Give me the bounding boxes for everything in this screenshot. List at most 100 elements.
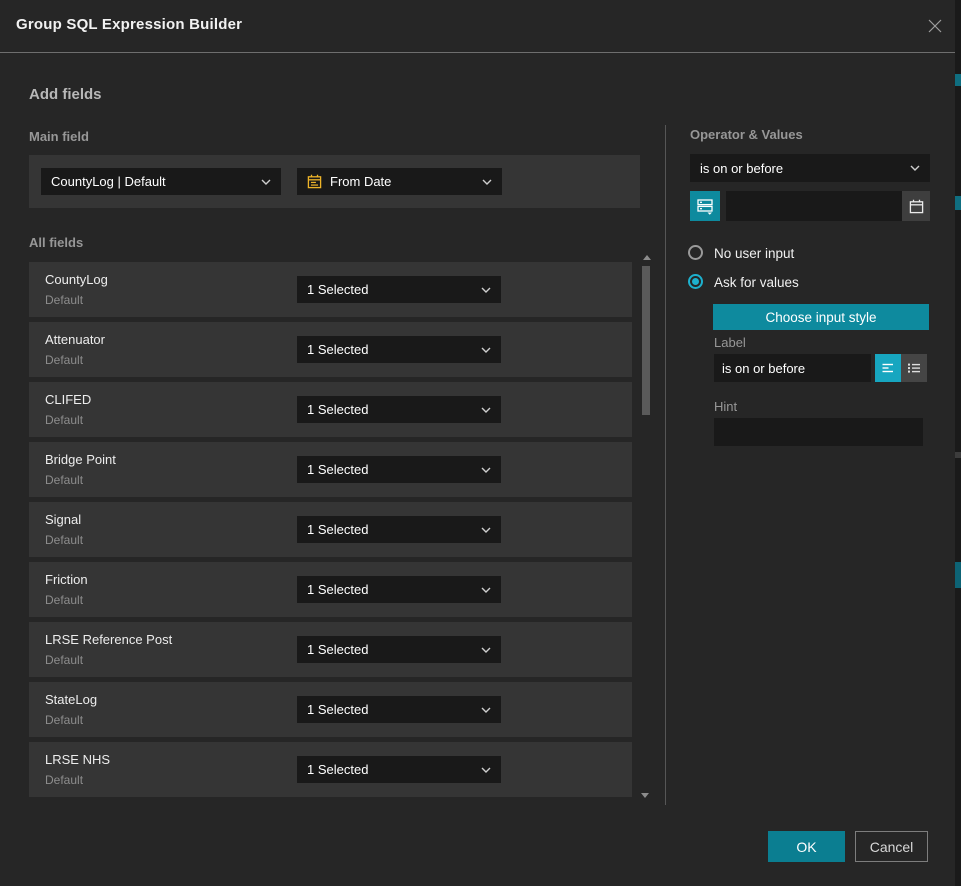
main-field-label: Main field xyxy=(29,129,89,144)
field-selected-value: 1 Selected xyxy=(307,762,368,777)
hint-field-label: Hint xyxy=(714,399,737,414)
field-name: LRSE NHS xyxy=(45,752,110,767)
field-subtitle: Default xyxy=(45,653,83,667)
background-fragment xyxy=(955,452,961,458)
list-values-icon xyxy=(907,361,921,375)
choose-input-style-button[interactable]: Choose input style xyxy=(713,304,929,330)
close-button[interactable] xyxy=(924,15,946,37)
field-selected-dropdown[interactable]: 1 Selected xyxy=(297,636,501,663)
chevron-down-icon xyxy=(482,179,492,185)
layer-dropdown[interactable]: CountyLog | Default xyxy=(41,168,281,195)
dialog-title: Group SQL Expression Builder xyxy=(16,16,242,33)
field-name: CLIFED xyxy=(45,392,91,407)
field-row: Bridge Point Default 1 Selected xyxy=(29,442,632,497)
field-subtitle: Default xyxy=(45,353,83,367)
field-selected-value: 1 Selected xyxy=(307,282,368,297)
date-picker-button[interactable] xyxy=(902,191,930,221)
main-field-dropdown[interactable]: From Date xyxy=(297,168,502,195)
chevron-down-icon xyxy=(481,287,491,293)
ok-button[interactable]: OK xyxy=(768,831,845,862)
group-sql-expression-builder-dialog: Group SQL Expression Builder Add fields … xyxy=(0,0,961,886)
field-name: StateLog xyxy=(45,692,97,707)
field-selected-dropdown[interactable]: 1 Selected xyxy=(297,336,501,363)
operator-dropdown-value: is on or before xyxy=(700,161,783,176)
all-fields-label: All fields xyxy=(29,235,83,250)
field-name: Signal xyxy=(45,512,81,527)
value-input[interactable] xyxy=(726,191,902,221)
main-field-dropdown-value: From Date xyxy=(330,174,391,189)
operator-values-heading: Operator & Values xyxy=(690,127,803,142)
field-selected-dropdown[interactable]: 1 Selected xyxy=(297,696,501,723)
operator-dropdown[interactable]: is on or before xyxy=(690,154,930,182)
field-row: Signal Default 1 Selected xyxy=(29,502,632,557)
field-subtitle: Default xyxy=(45,713,83,727)
dialog-titlebar: Group SQL Expression Builder xyxy=(0,0,955,52)
field-selected-value: 1 Selected xyxy=(307,582,368,597)
field-name: Friction xyxy=(45,572,88,587)
hint-input[interactable] xyxy=(714,418,923,446)
field-selected-value: 1 Selected xyxy=(307,522,368,537)
field-name: LRSE Reference Post xyxy=(45,632,172,647)
layer-dropdown-value: CountyLog | Default xyxy=(51,174,166,189)
main-field-panel: CountyLog | Default From Date xyxy=(29,155,640,208)
scrollbar-up-arrow[interactable] xyxy=(643,255,651,260)
radio-ask-for-values[interactable] xyxy=(688,274,703,289)
chevron-down-icon xyxy=(481,407,491,413)
cancel-button[interactable]: Cancel xyxy=(855,831,928,862)
chevron-down-icon xyxy=(481,767,491,773)
add-fields-heading: Add fields xyxy=(29,86,102,103)
label-input[interactable] xyxy=(714,354,871,382)
field-name: Attenuator xyxy=(45,332,105,347)
field-selected-dropdown[interactable]: 1 Selected xyxy=(297,456,501,483)
field-name: CountyLog xyxy=(45,272,108,287)
field-subtitle: Default xyxy=(45,533,83,547)
single-line-style-button[interactable] xyxy=(875,354,901,382)
field-subtitle: Default xyxy=(45,293,83,307)
chevron-down-icon xyxy=(910,165,920,171)
value-type-button[interactable] xyxy=(690,191,720,221)
scrollbar-thumb[interactable] xyxy=(642,266,650,415)
chevron-down-icon xyxy=(481,347,491,353)
radio-no-user-input[interactable] xyxy=(688,245,703,260)
field-selected-value: 1 Selected xyxy=(307,402,368,417)
field-selected-dropdown[interactable]: 1 Selected xyxy=(297,576,501,603)
scrollbar-down-arrow[interactable] xyxy=(641,793,649,798)
field-selected-dropdown[interactable]: 1 Selected xyxy=(297,516,501,543)
background-fragment xyxy=(955,196,961,210)
field-selected-value: 1 Selected xyxy=(307,642,368,657)
title-divider xyxy=(0,52,955,53)
all-fields-list: CountyLog Default 1 Selected Attenuator … xyxy=(29,262,632,802)
field-row: Friction Default 1 Selected xyxy=(29,562,632,617)
calendar-icon xyxy=(909,199,924,214)
field-subtitle: Default xyxy=(45,593,83,607)
field-selected-dropdown[interactable]: 1 Selected xyxy=(297,756,501,783)
background-app-edge xyxy=(955,0,961,886)
background-fragment xyxy=(955,562,961,588)
chevron-down-icon xyxy=(481,647,491,653)
field-subtitle: Default xyxy=(45,413,83,427)
list-style-button[interactable] xyxy=(901,354,927,382)
field-selected-dropdown[interactable]: 1 Selected xyxy=(297,396,501,423)
radio-no-user-input-label: No user input xyxy=(714,246,794,261)
field-selected-value: 1 Selected xyxy=(307,462,368,477)
label-field-label: Label xyxy=(714,335,746,350)
chevron-down-icon xyxy=(261,179,271,185)
calendar-icon xyxy=(307,174,322,189)
field-row: LRSE NHS Default 1 Selected xyxy=(29,742,632,797)
field-selected-value: 1 Selected xyxy=(307,702,368,717)
close-icon xyxy=(927,18,943,34)
field-selected-value: 1 Selected xyxy=(307,342,368,357)
field-row: Attenuator Default 1 Selected xyxy=(29,322,632,377)
single-line-input-icon xyxy=(881,361,895,375)
panel-divider xyxy=(665,125,666,805)
field-row: StateLog Default 1 Selected xyxy=(29,682,632,737)
radio-ask-for-values-label: Ask for values xyxy=(714,275,799,290)
field-subtitle: Default xyxy=(45,773,83,787)
field-row: CountyLog Default 1 Selected xyxy=(29,262,632,317)
field-row: CLIFED Default 1 Selected xyxy=(29,382,632,437)
field-name: Bridge Point xyxy=(45,452,116,467)
field-selected-dropdown[interactable]: 1 Selected xyxy=(297,276,501,303)
value-type-icon xyxy=(696,197,714,215)
background-fragment xyxy=(955,74,961,86)
field-row: LRSE Reference Post Default 1 Selected xyxy=(29,622,632,677)
